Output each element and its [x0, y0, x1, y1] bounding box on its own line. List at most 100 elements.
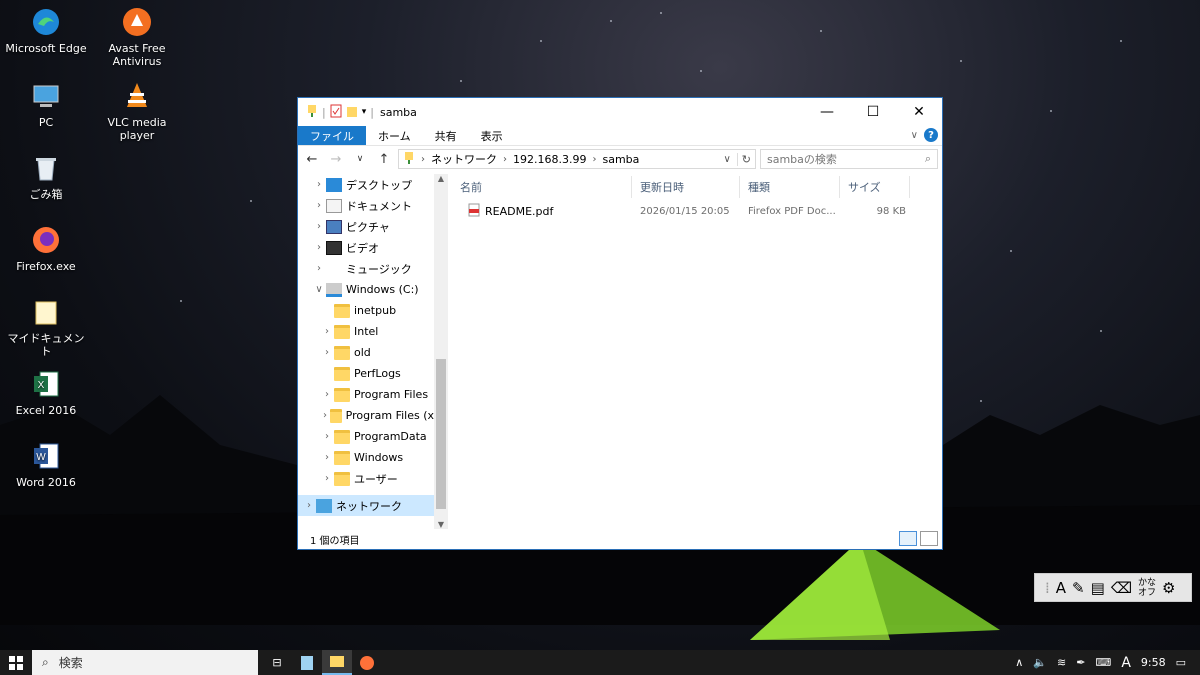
chevron-right-icon[interactable]: ›	[312, 242, 326, 253]
chevron-right-icon[interactable]: ›	[320, 431, 334, 442]
search-box[interactable]: sambaの検索 ⌕	[760, 149, 938, 169]
desktop-icon-recycle-bin[interactable]: ごみ箱	[4, 152, 88, 201]
address-segment-host[interactable]: 192.168.3.99	[513, 153, 586, 166]
desktop-icon-my-documents[interactable]: マイドキュメント	[4, 296, 88, 358]
nav-tree-item[interactable]: PerfLogs	[298, 363, 448, 384]
chevron-right-icon[interactable]: ›	[312, 179, 326, 190]
nav-tree-item[interactable]: › ピクチャ	[298, 216, 448, 237]
desktop-icon-firefox[interactable]: Firefox.exe	[4, 224, 88, 273]
desktop-icon-word[interactable]: W Word 2016	[4, 440, 88, 489]
nav-tree-item[interactable]: › ビデオ	[298, 237, 448, 258]
title-bar[interactable]: | ▾ | samba — ☐ ✕	[298, 98, 942, 126]
task-view-button[interactable]: ⊟	[262, 650, 292, 675]
ime-input-icon[interactable]: ⌫	[1111, 579, 1132, 597]
address-segment-network[interactable]: ネットワーク	[431, 151, 497, 167]
chevron-right-icon[interactable]: ›	[302, 500, 316, 511]
checkmark-icon[interactable]	[330, 104, 342, 121]
file-explorer-window[interactable]: | ▾ | samba — ☐ ✕ ファイル ホーム 共有 表示 ∨ ? ← →…	[297, 97, 943, 550]
chevron-right-icon[interactable]: ›	[312, 200, 326, 211]
nav-tree-item[interactable]: › ミュージック	[298, 258, 448, 279]
expand-ribbon-icon[interactable]: ∨	[911, 130, 918, 141]
search-input[interactable]: sambaの検索	[767, 151, 837, 167]
ime-kana-toggle[interactable]: かな オフ	[1138, 578, 1156, 598]
forward-button[interactable]: →	[326, 152, 346, 167]
scroll-up-icon[interactable]: ▲	[434, 174, 448, 183]
tab-view[interactable]: 表示	[469, 126, 515, 145]
ime-dictionary-icon[interactable]: ▤	[1091, 579, 1105, 597]
column-name[interactable]: 名前	[452, 176, 632, 198]
up-button[interactable]: ↑	[374, 152, 394, 167]
tab-share[interactable]: 共有	[423, 126, 469, 145]
notification-icon[interactable]: ▭	[1176, 656, 1186, 669]
nav-tree-item[interactable]: › ProgramData	[298, 426, 448, 447]
large-icons-view-button[interactable]	[920, 531, 938, 546]
nav-tree-item[interactable]: › Program Files (x86	[298, 405, 448, 426]
minimize-button[interactable]: —	[804, 98, 850, 126]
details-view-button[interactable]	[899, 531, 917, 546]
chevron-right-icon[interactable]: ›	[320, 389, 334, 400]
address-bar[interactable]: › ネットワーク › 192.168.3.99 › samba ∨ ↻	[398, 149, 756, 169]
keyboard-icon[interactable]: ⌨	[1095, 656, 1111, 669]
taskbar-app-explorer[interactable]	[322, 650, 352, 675]
scroll-down-icon[interactable]: ▼	[434, 520, 448, 529]
chevron-right-icon[interactable]: ›	[320, 326, 334, 337]
desktop-icon-avast[interactable]: Avast Free Antivirus	[95, 6, 179, 68]
address-dropdown-icon[interactable]: ∨	[723, 154, 730, 165]
back-button[interactable]: ←	[302, 152, 322, 167]
taskbar-app-notes[interactable]	[292, 650, 322, 675]
help-icon[interactable]: ?	[924, 128, 938, 142]
address-segment-share[interactable]: samba	[602, 153, 639, 166]
nav-tree-item[interactable]: ∨ Windows (C:)	[298, 279, 448, 300]
taskbar-app-firefox[interactable]	[352, 650, 382, 675]
column-modified[interactable]: 更新日時	[632, 176, 740, 198]
navigation-pane[interactable]: › デスクトップ › ドキュメント › ピクチャ › ビデオ › ミュージック ∨ Windows (…	[298, 174, 448, 529]
nav-tree-item[interactable]: › デスクトップ	[298, 174, 448, 195]
ime-grip-icon[interactable]: ⁞	[1045, 579, 1050, 597]
properties-icon[interactable]	[306, 104, 318, 121]
ime-settings-icon[interactable]: ⚙	[1162, 579, 1175, 597]
nav-tree-item[interactable]: › ネットワーク	[298, 495, 448, 516]
recent-locations-icon[interactable]: ∨	[350, 154, 370, 164]
nav-scrollbar[interactable]: ▲ ▼	[434, 174, 448, 529]
network-icon[interactable]: ≋	[1057, 656, 1066, 669]
nav-tree-item[interactable]: › Intel	[298, 321, 448, 342]
ime-mode-indicator-icon[interactable]: A	[1121, 655, 1131, 671]
nav-tree-item[interactable]: inetpub	[298, 300, 448, 321]
file-row[interactable]: README.pdf 2026/01/15 20:05 Firefox PDF …	[448, 200, 942, 222]
desktop-icon-pc[interactable]: PC	[4, 80, 88, 129]
new-folder-icon[interactable]	[346, 104, 358, 121]
nav-tree-item[interactable]: › old	[298, 342, 448, 363]
close-button[interactable]: ✕	[896, 98, 942, 126]
tab-file[interactable]: ファイル	[298, 126, 366, 145]
clock[interactable]: 9:58	[1141, 656, 1166, 669]
refresh-icon[interactable]: ↻	[736, 152, 755, 166]
nav-tree-item[interactable]: › ドキュメント	[298, 195, 448, 216]
file-list[interactable]: 名前 更新日時 種類 サイズ README.pdf 2026/01/15 20:…	[448, 174, 942, 529]
taskbar-search[interactable]: ⌕ 検索	[32, 650, 258, 675]
nav-tree-item[interactable]: › Program Files	[298, 384, 448, 405]
chevron-right-icon[interactable]: ›	[320, 452, 334, 463]
desktop-icon-edge[interactable]: Microsoft Edge	[4, 6, 88, 55]
volume-icon[interactable]: 🔈	[1033, 656, 1047, 669]
column-size[interactable]: サイズ	[840, 176, 910, 198]
nav-tree-item[interactable]: › Windows	[298, 447, 448, 468]
chevron-right-icon[interactable]: ›	[320, 347, 334, 358]
chevron-right-icon[interactable]: ›	[312, 263, 326, 274]
chevron-right-icon[interactable]: ›	[312, 221, 326, 232]
ime-mode-icon[interactable]: A	[1056, 579, 1066, 597]
desktop-icon-excel[interactable]: X Excel 2016	[4, 368, 88, 417]
show-hidden-icons-icon[interactable]: ∧	[1015, 656, 1023, 669]
quick-access-dropdown-icon[interactable]: ▾	[362, 107, 367, 117]
chevron-down-icon[interactable]: ∨	[312, 284, 326, 295]
maximize-button[interactable]: ☐	[850, 98, 896, 126]
pen-icon[interactable]: ✒	[1076, 656, 1085, 669]
start-button[interactable]	[0, 650, 32, 675]
tab-home[interactable]: ホーム	[366, 126, 423, 145]
chevron-right-icon[interactable]: ›	[320, 473, 334, 484]
ime-pad-icon[interactable]: ✎	[1072, 579, 1085, 597]
nav-tree-item[interactable]: › ユーザー	[298, 468, 448, 489]
desktop-icon-vlc[interactable]: VLC media player	[95, 80, 179, 142]
column-type[interactable]: 種類	[740, 176, 840, 198]
scroll-thumb[interactable]	[436, 359, 446, 509]
chevron-right-icon[interactable]: ›	[320, 410, 330, 421]
